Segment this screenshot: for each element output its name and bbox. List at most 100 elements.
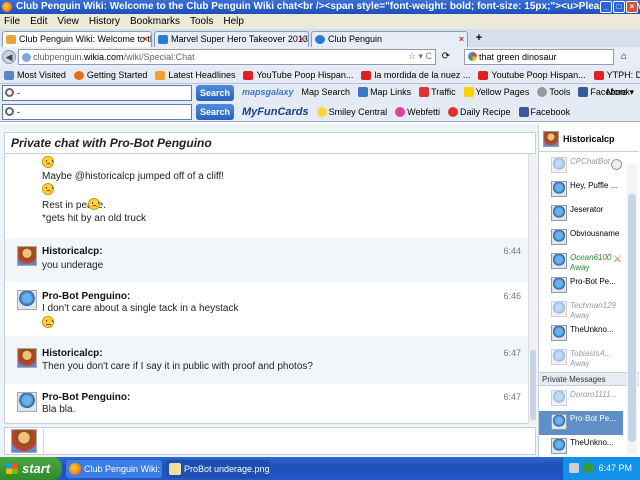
webfetti-link[interactable]: Webfetti bbox=[395, 107, 440, 117]
scrollbar-thumb[interactable] bbox=[530, 350, 536, 420]
minimize-button[interactable]: _ bbox=[600, 1, 612, 13]
start-button[interactable]: start bbox=[0, 457, 62, 480]
message-time: 6:46 bbox=[503, 291, 521, 301]
toolbar2-search-input[interactable]: - bbox=[2, 104, 192, 120]
url-bar[interactable]: clubpenguin.wikia.com/wiki/Special:Chat … bbox=[18, 49, 436, 65]
network-icon[interactable] bbox=[583, 463, 593, 473]
clock[interactable]: 6:47 PM bbox=[598, 463, 632, 473]
message-input[interactable] bbox=[43, 428, 535, 454]
tab-close-icon[interactable]: × bbox=[459, 32, 464, 46]
tab-club-penguin[interactable]: Club Penguin × bbox=[311, 31, 468, 47]
chat-area: Private chat with Pro-Bot Penguino Maybe… bbox=[0, 124, 640, 457]
avatar[interactable] bbox=[17, 348, 37, 368]
self-username: Historicalcp bbox=[563, 134, 615, 144]
user-list-item[interactable]: Obviousname bbox=[539, 226, 623, 250]
menu-help[interactable]: Help bbox=[223, 14, 244, 29]
daily-recipe-link[interactable]: Daily Recipe bbox=[448, 107, 511, 117]
tab-label: Club Penguin bbox=[328, 34, 383, 44]
toolbar-search-input[interactable]: - bbox=[2, 85, 192, 101]
menu-file[interactable]: File bbox=[4, 14, 20, 29]
tab-close-icon[interactable]: × bbox=[143, 32, 148, 46]
bookmark-icon bbox=[4, 70, 14, 80]
avatar[interactable] bbox=[17, 392, 37, 412]
mapsgalaxy-logo[interactable]: mapsgalaxy bbox=[242, 87, 294, 97]
user-list-item[interactable]: TobiasIsA... Away bbox=[539, 346, 623, 370]
yellow-pages-link[interactable]: Yellow Pages bbox=[463, 87, 529, 97]
bookmark-latest-headlines[interactable]: Latest Headlines bbox=[155, 70, 235, 80]
myfuncards-logo[interactable]: MyFunCards bbox=[242, 106, 309, 118]
user-list-item[interactable]: Pro-Bot Pe... bbox=[539, 274, 623, 298]
scrollbar-thumb[interactable] bbox=[628, 194, 636, 442]
speaker-icon[interactable] bbox=[569, 463, 579, 473]
bookmark-star-icon[interactable]: ☆ ▾ C bbox=[408, 51, 432, 62]
new-tab-button[interactable]: + bbox=[470, 32, 488, 46]
bookmark-mordida[interactable]: la mordida de la nuez ... bbox=[361, 70, 470, 80]
tools-link[interactable]: Tools bbox=[537, 87, 570, 97]
back-arrow-icon[interactable]: ◀ bbox=[2, 50, 16, 64]
bookmark-ytph-2[interactable]: Youtube Poop Hispan... bbox=[478, 70, 586, 80]
private-messages-header: Private Messages bbox=[539, 372, 639, 386]
avatar[interactable] bbox=[17, 246, 37, 266]
user-list-item[interactable]: Ocean6100 Away ⚔ bbox=[539, 250, 623, 274]
tab-bar: Club Penguin Wiki: Welcome to the Club .… bbox=[0, 29, 640, 47]
tab-label: Club Penguin Wiki: Welcome to the Club .… bbox=[19, 34, 151, 44]
avatar[interactable] bbox=[17, 290, 37, 310]
home-icon[interactable]: ⌂ bbox=[618, 51, 630, 63]
bookmark-ytph-1[interactable]: YouTube Poop Hispan... bbox=[243, 70, 353, 80]
chat-log-scrollbar[interactable] bbox=[528, 154, 536, 424]
user-list-item[interactable]: CPChatBot bbox=[539, 154, 623, 178]
message-username[interactable]: Historicalcp: bbox=[42, 246, 103, 257]
map-links-link[interactable]: Map Links bbox=[358, 87, 411, 97]
menu-bookmarks[interactable]: Bookmarks bbox=[130, 14, 180, 29]
avatar bbox=[551, 325, 567, 341]
maximize-button[interactable]: □ bbox=[613, 1, 625, 13]
chat-log[interactable]: Maybe @historicalcp jumped off of a clif… bbox=[4, 154, 536, 424]
sad-face-icon bbox=[88, 198, 100, 210]
user-list-item[interactable]: Techman129 Away bbox=[539, 298, 623, 322]
taskbar-item-paint[interactable]: ProBot underage.png... bbox=[166, 460, 270, 478]
more-menu[interactable]: More ▾ bbox=[606, 87, 634, 98]
menu-view[interactable]: View bbox=[57, 14, 79, 29]
toolbar-search-button[interactable]: Search bbox=[196, 85, 234, 101]
private-message-item-selected[interactable]: Pro-Bot Pe... bbox=[539, 411, 623, 435]
smiley-central-link[interactable]: Smiley Central bbox=[316, 107, 387, 117]
web-search-input[interactable]: that green dinosaur bbox=[464, 49, 614, 65]
reload-icon[interactable]: ⟳ bbox=[440, 51, 452, 63]
youtube-icon bbox=[478, 70, 489, 80]
bookmark-getting-started[interactable]: Getting Started bbox=[73, 70, 147, 80]
wiki-icon bbox=[158, 35, 168, 44]
close-button[interactable]: × bbox=[626, 1, 638, 13]
facebook-icon bbox=[518, 107, 529, 117]
menu-history[interactable]: History bbox=[89, 14, 120, 29]
tab-club-penguin-wiki[interactable]: Club Penguin Wiki: Welcome to the Club .… bbox=[2, 31, 152, 47]
menu-edit[interactable]: Edit bbox=[30, 14, 47, 29]
windows-flag-icon bbox=[6, 463, 18, 474]
message-username[interactable]: Pro-Bot Penguino: bbox=[42, 291, 130, 302]
traffic-link[interactable]: Traffic bbox=[419, 87, 456, 97]
user-list-scrollbar[interactable] bbox=[627, 164, 637, 454]
avatar bbox=[551, 253, 567, 269]
traffic-light-icon bbox=[419, 87, 430, 97]
private-message-item[interactable]: TheUnkno... bbox=[539, 435, 623, 459]
message-username[interactable]: Historicalcp: bbox=[42, 348, 103, 359]
menu-tools[interactable]: Tools bbox=[190, 14, 213, 29]
message-username[interactable]: Pro-Bot Penguino: bbox=[42, 392, 130, 403]
user-list-item[interactable]: TheUnkno... bbox=[539, 322, 623, 346]
self-user[interactable]: Historicalcp bbox=[539, 128, 639, 152]
avatar bbox=[551, 205, 567, 221]
youtube-icon bbox=[593, 70, 604, 80]
avatar bbox=[551, 438, 567, 454]
facebook-link[interactable]: Facebook bbox=[518, 107, 570, 117]
tab-close-icon[interactable]: × bbox=[300, 32, 305, 46]
youtube-icon bbox=[243, 70, 254, 80]
message-text: Maybe @historicalcp jumped off of a clif… bbox=[42, 171, 225, 182]
tab-marvel-takeover[interactable]: Marvel Super Hero Takeover 2013 - Club .… bbox=[154, 31, 309, 47]
toolbar2-search-button[interactable]: Search bbox=[196, 104, 234, 120]
private-message-item[interactable]: Dororo1111... bbox=[539, 387, 623, 411]
user-list-item[interactable]: Jeserator bbox=[539, 202, 623, 226]
user-list-item[interactable]: Hey, Puffle ... bbox=[539, 178, 623, 202]
map-search-link[interactable]: Map Search bbox=[302, 87, 351, 97]
bookmark-most-visited[interactable]: Most Visited bbox=[4, 70, 66, 80]
bookmark-ytph-3[interactable]: YTPH: Don Pendejo pi... bbox=[593, 70, 640, 80]
taskbar-item-firefox[interactable]: Club Penguin Wiki: W... bbox=[66, 460, 162, 478]
